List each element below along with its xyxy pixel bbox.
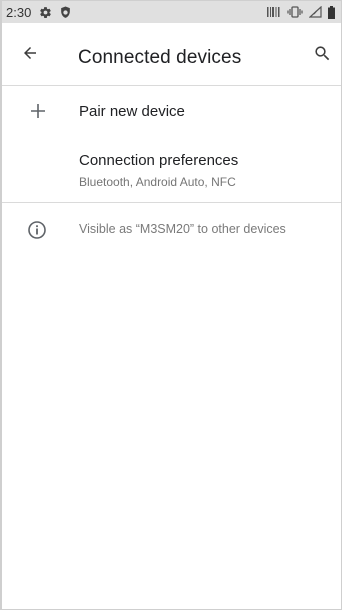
signal-icon (309, 6, 322, 18)
arrow-back-icon (21, 44, 39, 67)
info-icon (27, 220, 47, 240)
status-bar: 2:30 (2, 1, 341, 23)
pair-new-device-item[interactable]: Pair new device (2, 87, 341, 135)
status-time: 2:30 (6, 4, 32, 20)
connection-preferences-label: Connection preferences (79, 152, 239, 169)
search-icon (313, 44, 332, 68)
app-bar: Connected devices (2, 23, 341, 86)
pair-new-device-label: Pair new device (79, 103, 185, 120)
connection-preferences-summary: Bluetooth, Android Auto, NFC (79, 175, 236, 189)
battery-icon (328, 5, 335, 19)
barcode-icon (267, 7, 281, 17)
shield-icon (60, 6, 71, 19)
screen: 2:30 Connected devices Pair new device C… (0, 0, 342, 610)
back-button[interactable] (16, 41, 44, 69)
page-title: Connected devices (78, 47, 242, 68)
status-left-icons (39, 6, 71, 19)
plus-icon (28, 101, 48, 121)
status-right-icons (267, 5, 335, 19)
vibrate-icon (287, 6, 303, 18)
gear-icon (39, 6, 52, 19)
visibility-info: Visible as “M3SM20” to other devices (2, 204, 341, 256)
search-button[interactable] (309, 43, 335, 69)
visibility-text: Visible as “M3SM20” to other devices (79, 222, 286, 236)
connection-preferences-item[interactable]: Connection preferences Bluetooth, Androi… (2, 135, 341, 203)
